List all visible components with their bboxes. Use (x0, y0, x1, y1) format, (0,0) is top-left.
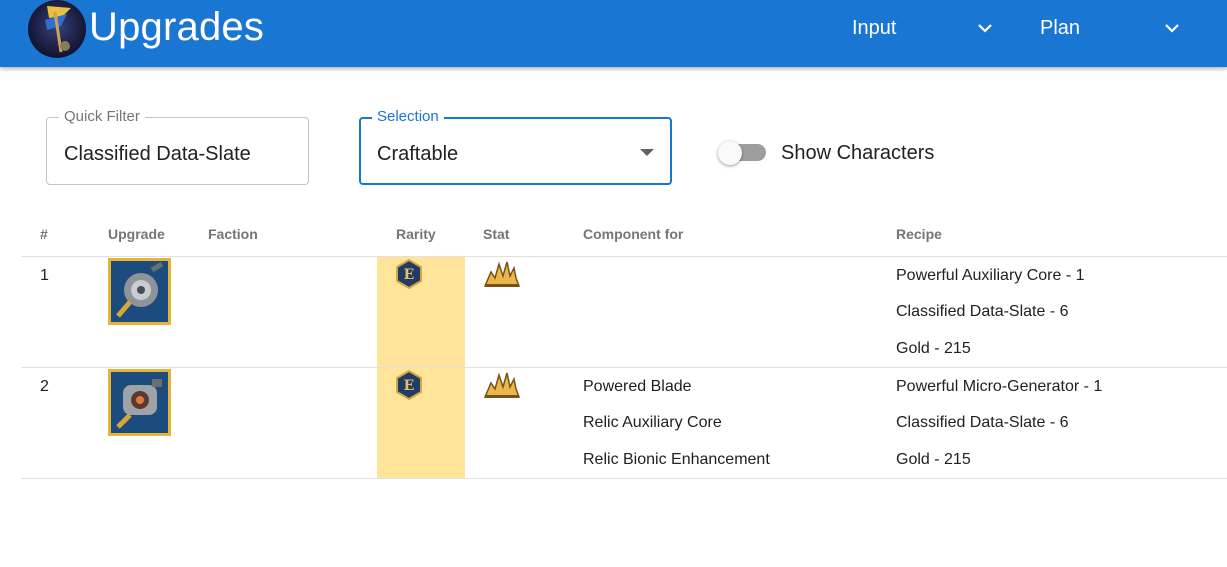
logo-icon (28, 0, 86, 58)
header-divider (21, 256, 1227, 257)
recipe-item: Classified Data-Slate - 6 (896, 414, 1069, 431)
nav-menu-plan[interactable]: Plan (1040, 14, 1182, 42)
micro-generator-icon[interactable] (108, 369, 171, 436)
column-header-rarity[interactable]: Rarity (396, 226, 436, 242)
quick-filter-label: Quick Filter (59, 108, 145, 126)
component-for-item: Relic Auxiliary Core (583, 414, 722, 431)
nav-menu-input[interactable]: Input (852, 14, 994, 42)
chevron-down-icon (1165, 24, 1179, 33)
column-header-upgrade[interactable]: Upgrade (108, 226, 165, 242)
quick-filter-input[interactable]: Classified Data-Slate (64, 142, 251, 166)
selection-label: Selection (372, 108, 444, 126)
component-for-item: Powered Blade (583, 378, 692, 395)
nav-menu-label: Input (852, 16, 897, 39)
app-logo[interactable] (27, 0, 87, 58)
selection-value: Craftable (377, 143, 459, 165)
dropdown-arrow-icon[interactable] (640, 149, 654, 156)
nav-menu-label: Plan (1040, 16, 1081, 39)
row-number: 1 (40, 267, 49, 284)
column-header-component-for[interactable]: Component for (583, 226, 683, 242)
show-characters-label: Show Characters (781, 142, 935, 164)
component-for-item: Relic Bionic Enhancement (583, 451, 770, 468)
recipe-item: Gold - 215 (896, 451, 971, 468)
rarity-letter: E (404, 267, 415, 283)
row-divider (21, 367, 1227, 368)
epic-rarity-icon: E (396, 259, 422, 289)
rarity-letter: E (404, 378, 415, 394)
column-header-recipe[interactable]: Recipe (896, 226, 942, 242)
app-bar: Upgrades Input Plan (0, 0, 1227, 67)
epic-rarity-icon: E (396, 370, 422, 400)
column-header-number[interactable]: # (40, 226, 48, 242)
chevron-down-icon (978, 24, 992, 33)
row-number: 2 (40, 378, 49, 395)
recipe-item: Powerful Micro-Generator - 1 (896, 378, 1103, 395)
recipe-item: Powerful Auxiliary Core - 1 (896, 267, 1085, 284)
burst-stat-icon (483, 261, 521, 287)
recipe-item: Gold - 215 (896, 340, 971, 357)
burst-stat-icon (483, 372, 521, 398)
column-header-stat[interactable]: Stat (483, 226, 509, 242)
recipe-item: Classified Data-Slate - 6 (896, 303, 1069, 320)
show-characters-switch[interactable] (718, 141, 742, 165)
auxiliary-core-icon[interactable] (108, 258, 171, 325)
column-header-faction[interactable]: Faction (208, 226, 258, 242)
row-divider (21, 478, 1227, 479)
selection-select[interactable]: Selection Craftable (359, 108, 672, 185)
page-title: Upgrades (89, 5, 265, 49)
quick-filter-field[interactable]: Quick Filter Classified Data-Slate (46, 108, 309, 185)
